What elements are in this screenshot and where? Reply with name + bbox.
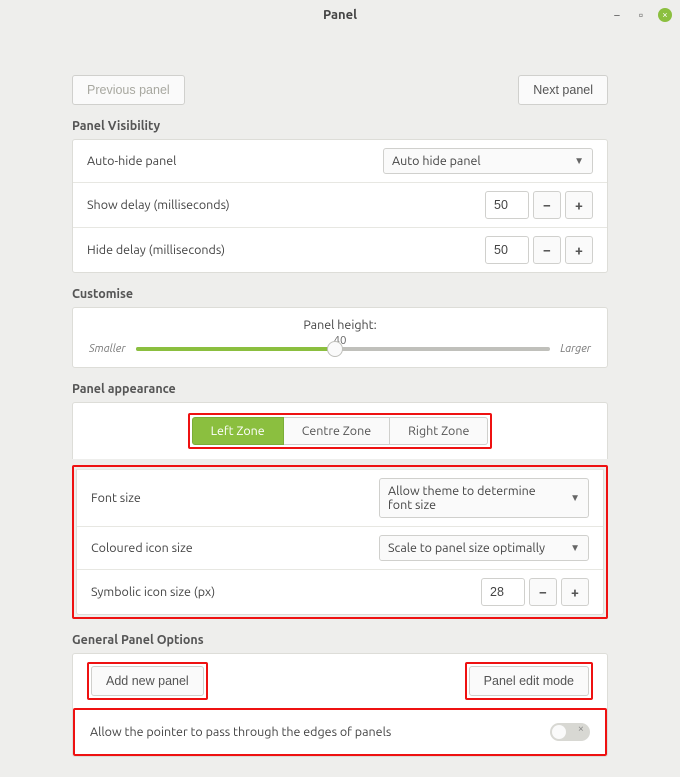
minimize-icon[interactable]: − xyxy=(610,8,624,22)
panel-height-label: Panel height: xyxy=(89,318,591,332)
maximize-icon[interactable]: ▫ xyxy=(634,8,648,22)
symbolic-icon-size-decrement[interactable]: − xyxy=(529,578,557,606)
panel-edit-mode-button[interactable]: Panel edit mode xyxy=(469,666,589,696)
auto-hide-select-value: Auto hide panel xyxy=(392,154,481,168)
window-title: Panel xyxy=(323,8,357,22)
hide-delay-stepper: − + xyxy=(485,236,593,264)
pointer-pass-label: Allow the pointer to pass through the ed… xyxy=(90,725,391,739)
chevron-down-icon: ▼ xyxy=(570,542,580,554)
chevron-down-icon: ▼ xyxy=(570,492,580,504)
hide-delay-decrement[interactable]: − xyxy=(533,236,561,264)
appearance-section-label: Panel appearance xyxy=(72,382,608,396)
next-panel-button[interactable]: Next panel xyxy=(518,75,608,105)
customise-section-label: Customise xyxy=(72,287,608,301)
zone-tabs: Left Zone Centre Zone Right Zone xyxy=(192,417,489,445)
hide-delay-increment[interactable]: + xyxy=(565,236,593,264)
visibility-group: Auto-hide panel Auto hide panel ▼ Show d… xyxy=(72,139,608,273)
auto-hide-select[interactable]: Auto hide panel ▼ xyxy=(383,148,593,174)
font-size-select-value: Allow theme to determine font size xyxy=(388,484,560,512)
panel-height-slider[interactable] xyxy=(136,339,551,359)
symbolic-icon-size-increment[interactable]: + xyxy=(561,578,589,606)
titlebar: Panel − ▫ × xyxy=(0,0,680,30)
appearance-group: Left Zone Centre Zone Right Zone Font si… xyxy=(72,402,608,619)
show-delay-label: Show delay (milliseconds) xyxy=(87,198,230,212)
auto-hide-label: Auto-hide panel xyxy=(87,154,176,168)
font-size-label: Font size xyxy=(91,491,141,505)
show-delay-stepper: − + xyxy=(485,191,593,219)
coloured-icon-size-label: Coloured icon size xyxy=(91,541,193,555)
font-size-select[interactable]: Allow theme to determine font size ▼ xyxy=(379,478,589,518)
hide-delay-label: Hide delay (milliseconds) xyxy=(87,243,225,257)
coloured-icon-size-select-value: Scale to panel size optimally xyxy=(388,541,545,555)
close-icon[interactable]: × xyxy=(658,8,672,22)
show-delay-decrement[interactable]: − xyxy=(533,191,561,219)
visibility-section-label: Panel Visibility xyxy=(72,119,608,133)
symbolic-icon-size-label: Symbolic icon size (px) xyxy=(91,585,215,599)
previous-panel-button[interactable]: Previous panel xyxy=(72,75,185,105)
pointer-pass-toggle[interactable] xyxy=(550,723,590,741)
general-group: Add new panel Panel edit mode Allow the … xyxy=(72,653,608,757)
tab-right-zone[interactable]: Right Zone xyxy=(390,417,488,445)
chevron-down-icon: ▼ xyxy=(574,155,584,167)
window-controls: − ▫ × xyxy=(610,0,672,30)
slider-larger-label: Larger xyxy=(560,343,591,355)
symbolic-icon-size-input[interactable] xyxy=(481,578,525,606)
slider-smaller-label: Smaller xyxy=(89,343,126,355)
add-new-panel-button[interactable]: Add new panel xyxy=(91,666,204,696)
customise-group: Panel height: 40 Smaller Larger xyxy=(72,307,608,368)
show-delay-increment[interactable]: + xyxy=(565,191,593,219)
tab-centre-zone[interactable]: Centre Zone xyxy=(284,417,390,445)
tab-left-zone[interactable]: Left Zone xyxy=(192,417,284,445)
panel-nav: Previous panel Next panel xyxy=(72,75,608,105)
hide-delay-input[interactable] xyxy=(485,236,529,264)
slider-thumb[interactable] xyxy=(327,341,343,357)
content: Previous panel Next panel Panel Visibili… xyxy=(0,30,680,777)
coloured-icon-size-select[interactable]: Scale to panel size optimally ▼ xyxy=(379,535,589,561)
general-section-label: General Panel Options xyxy=(72,633,608,647)
show-delay-input[interactable] xyxy=(485,191,529,219)
symbolic-icon-size-stepper: − + xyxy=(481,578,589,606)
